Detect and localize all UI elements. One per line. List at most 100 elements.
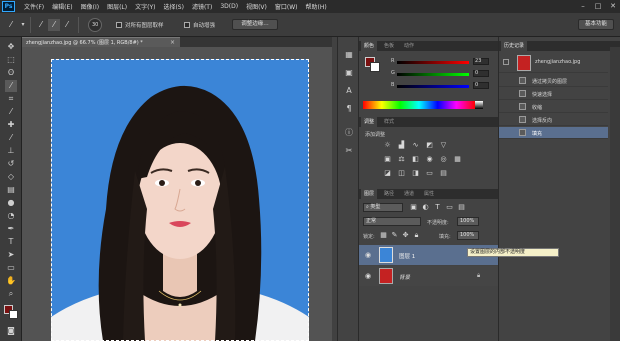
tab-history[interactable]: 历史记录: [501, 41, 528, 51]
color-lookup-icon[interactable]: ▦: [453, 155, 462, 164]
close-window-button[interactable]: ✕: [606, 1, 620, 11]
menu-image[interactable]: 图像(I): [81, 2, 99, 11]
lock-all-icon[interactable]: 🔒︎: [412, 231, 421, 240]
color-spectrum-bar[interactable]: [363, 101, 475, 109]
history-item-selected[interactable]: 填充: [499, 127, 608, 139]
filter-pixel-icon[interactable]: ▣: [409, 203, 418, 212]
green-value[interactable]: 0: [473, 70, 489, 77]
black-white-icon[interactable]: ◧: [411, 155, 420, 164]
dodge-tool-icon[interactable]: ◔: [5, 210, 17, 222]
blue-value[interactable]: 0: [473, 82, 489, 89]
filter-smart-icon[interactable]: ▤: [457, 203, 466, 212]
menu-filter[interactable]: 滤镜(T): [192, 2, 212, 11]
menu-window[interactable]: 窗口(W): [275, 2, 298, 11]
green-slider-track[interactable]: [397, 73, 469, 76]
type-tool-icon[interactable]: T: [5, 236, 17, 248]
layer-name[interactable]: 背景: [399, 273, 410, 281]
maximize-button[interactable]: □: [591, 1, 605, 11]
selective-color-icon[interactable]: ▤: [439, 169, 448, 178]
black-white-ramp[interactable]: [475, 101, 483, 109]
add-to-selection-icon[interactable]: ⁄: [48, 19, 60, 31]
character-panel-icon[interactable]: A: [342, 85, 356, 97]
lasso-tool-icon[interactable]: ʘ: [5, 67, 17, 79]
hue-saturation-icon[interactable]: ▣: [383, 155, 392, 164]
tab-channels[interactable]: 通道: [401, 189, 417, 199]
lock-position-icon[interactable]: ✥: [401, 231, 410, 240]
minimize-button[interactable]: –: [576, 1, 590, 11]
document-tab[interactable]: zhengjianzhao.jpg @ 66.7% (图层 1, RGB/8#)…: [22, 37, 180, 47]
history-item[interactable]: 选择反向: [499, 114, 608, 126]
history-panel-icon[interactable]: ▦: [342, 49, 356, 61]
zoom-tool-icon[interactable]: ⌕: [5, 288, 17, 300]
shape-tool-icon[interactable]: ▭: [5, 262, 17, 274]
tab-swatches[interactable]: 色板: [381, 41, 397, 51]
filter-type-icon[interactable]: T: [433, 203, 442, 212]
paragraph-panel-icon[interactable]: ¶: [342, 103, 356, 115]
layer-row[interactable]: ◉ 背景 🔒︎: [359, 266, 498, 286]
hand-tool-icon[interactable]: ✋: [5, 275, 17, 287]
eyedropper-tool-icon[interactable]: ⁄: [5, 106, 17, 118]
quick-mask-icon[interactable]: ◙: [5, 325, 17, 337]
workspace-switcher[interactable]: 基本功能: [578, 19, 614, 30]
red-slider-track[interactable]: [397, 61, 469, 64]
tab-styles[interactable]: 样式: [381, 117, 397, 127]
gradient-tool-icon[interactable]: ▤: [5, 184, 17, 196]
fill-input[interactable]: 100%: [457, 231, 479, 240]
subtract-selection-icon[interactable]: ⁄: [61, 19, 73, 31]
history-item[interactable]: 快速选择: [499, 88, 608, 100]
lock-transparency-icon[interactable]: ▦: [379, 231, 388, 240]
history-brush-tool-icon[interactable]: ↺: [5, 158, 17, 170]
image-canvas[interactable]: [51, 59, 309, 341]
history-item[interactable]: 收缩: [499, 101, 608, 113]
color-balance-icon[interactable]: ⚖: [397, 155, 406, 164]
curves-icon[interactable]: ∿: [411, 141, 420, 150]
snapshot-source-checkbox[interactable]: [503, 59, 509, 65]
invert-icon[interactable]: ◪: [383, 169, 392, 178]
sample-all-layers-checkbox[interactable]: [116, 22, 122, 28]
background-color-swatch[interactable]: [9, 310, 18, 319]
new-selection-icon[interactable]: ⁄: [35, 19, 47, 31]
quick-selection-icon[interactable]: ⁄: [5, 19, 17, 31]
filter-adjustment-icon[interactable]: ◐: [421, 203, 430, 212]
red-value[interactable]: 23: [473, 58, 489, 65]
levels-icon[interactable]: ▟: [397, 141, 406, 150]
path-selection-tool-icon[interactable]: ➤: [5, 249, 17, 261]
tab-adjustments[interactable]: 调整: [361, 117, 378, 127]
auto-enhance-checkbox[interactable]: [184, 22, 190, 28]
posterize-icon[interactable]: ◫: [397, 169, 406, 178]
tab-paths[interactable]: 路径: [381, 189, 397, 199]
channel-mixer-icon[interactable]: ◎: [439, 155, 448, 164]
photo-filter-icon[interactable]: ◉: [425, 155, 434, 164]
layer-name[interactable]: 图层 1: [399, 252, 415, 260]
menu-3d[interactable]: 3D(D): [220, 3, 238, 10]
brightness-contrast-icon[interactable]: ☼: [383, 141, 392, 150]
threshold-icon[interactable]: ◨: [411, 169, 420, 178]
vibrance-icon[interactable]: ▽: [439, 141, 448, 150]
quick-selection-tool-icon[interactable]: ⁄: [5, 80, 17, 92]
filter-shape-icon[interactable]: ▭: [445, 203, 454, 212]
blue-slider-track[interactable]: [397, 85, 469, 88]
brush-panel-icon[interactable]: ▣: [342, 67, 356, 79]
exposure-icon[interactable]: ◩: [425, 141, 434, 150]
menu-help[interactable]: 帮助(H): [306, 2, 327, 11]
tab-layers[interactable]: 图层: [361, 189, 378, 199]
history-snapshot[interactable]: zhengjianzhao.jpg: [499, 53, 608, 73]
brush-size-picker[interactable]: 30: [88, 18, 102, 32]
crop-tool-icon[interactable]: ⌗: [5, 93, 17, 105]
brush-tool-icon[interactable]: ⁄: [5, 132, 17, 144]
history-item[interactable]: 通过拷贝的图层: [499, 75, 608, 87]
refine-edge-button[interactable]: 调整边缘…: [232, 19, 278, 30]
marquee-tool-icon[interactable]: ⬚: [5, 54, 17, 66]
move-tool-icon[interactable]: ✥: [5, 41, 17, 53]
pen-tool-icon[interactable]: ✒: [5, 223, 17, 235]
tool-presets-icon[interactable]: ✂: [342, 145, 356, 157]
menu-select[interactable]: 选择(S): [163, 2, 184, 11]
tab-actions[interactable]: 动作: [401, 41, 417, 51]
blend-mode-select[interactable]: 正常: [363, 217, 421, 226]
opacity-input[interactable]: 100%: [457, 217, 479, 226]
tab-properties[interactable]: 属性: [421, 189, 437, 199]
healing-brush-tool-icon[interactable]: ✚: [5, 119, 17, 131]
layer-filter-kind[interactable]: ⌕ 类型: [363, 203, 403, 212]
menu-layer[interactable]: 图层(L): [107, 2, 127, 11]
eye-icon[interactable]: ◉: [365, 251, 371, 259]
